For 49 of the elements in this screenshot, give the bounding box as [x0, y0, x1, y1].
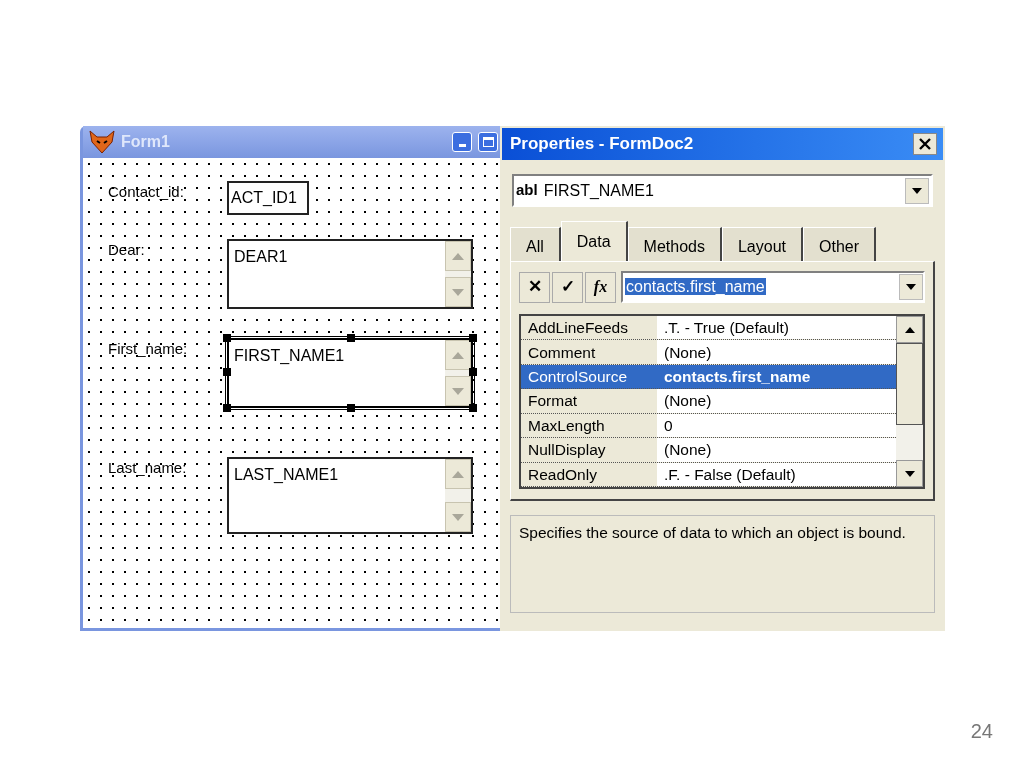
tab[interactable]: Layout: [721, 227, 803, 261]
object-combo[interactable]: abl FIRST_NAME1: [512, 174, 933, 207]
value-text: contacts.first_name: [625, 278, 766, 295]
tab[interactable]: All: [510, 227, 561, 261]
edit-box[interactable]: LAST_NAME1: [227, 457, 473, 534]
edit-box-text: LAST_NAME1: [234, 466, 339, 483]
property-name: ReadOnly: [527, 464, 598, 485]
property-row[interactable]: AddLineFeeds .T. - True (Default): [521, 316, 896, 341]
property-row[interactable]: Format (None): [521, 389, 896, 414]
accept-button[interactable]: ✓: [552, 271, 583, 303]
page-number: 24: [970, 719, 993, 744]
tab[interactable]: Data: [560, 221, 628, 261]
property-row[interactable]: ControlSource contacts.first_name: [521, 364, 896, 390]
object-type-label: abl: [516, 180, 538, 201]
property-row[interactable]: MaxLength 0: [521, 413, 896, 439]
property-name: Comment: [527, 342, 597, 363]
field-label: Last_name:: [108, 458, 188, 478]
property-row[interactable]: ReadOnly .F. - False (Default): [521, 462, 896, 487]
window-title: Form1: [121, 132, 171, 152]
value-field[interactable]: contacts.first_name: [621, 271, 925, 303]
field-label: Contact_id:: [108, 182, 185, 202]
property-name: MaxLength: [527, 415, 606, 436]
edit-box[interactable]: DEAR1: [227, 239, 473, 309]
property-value: (None): [657, 389, 896, 413]
property-value: (None): [657, 340, 896, 364]
property-value: (None): [657, 438, 896, 462]
edit-box-text: DEAR1: [234, 248, 288, 265]
edit-box[interactable]: FIRST_NAME1: [227, 338, 473, 408]
property-row[interactable]: Comment (None): [521, 340, 896, 365]
text-box[interactable]: ACT_ID1: [227, 181, 309, 215]
field-label: Dear:: [108, 240, 146, 260]
property-value: .F. - False (Default): [657, 462, 896, 486]
description-text: Specifies the source of data to which an object is bound.: [519, 524, 906, 541]
property-value: contacts.first_name: [663, 366, 812, 387]
property-value: .T. - True (Default): [657, 316, 896, 340]
function-button[interactable]: fx: [585, 271, 616, 303]
field-label: First_name:: [108, 339, 189, 359]
property-row[interactable]: NullDisplay (None): [521, 438, 896, 463]
property-name: ControlSource: [527, 366, 629, 387]
tab[interactable]: Other: [803, 227, 876, 261]
property-name: Format: [527, 391, 579, 412]
edit-box-text: FIRST_NAME1: [234, 347, 345, 364]
property-value: 0: [657, 413, 896, 438]
window-title: Properties - FormDoc2: [510, 133, 695, 156]
object-name: FIRST_NAME1: [543, 180, 655, 201]
tab[interactable]: Methods: [627, 227, 722, 261]
property-name: NullDisplay: [527, 440, 607, 461]
property-name: AddLineFeeds: [527, 318, 629, 339]
cancel-button[interactable]: ✕: [519, 271, 550, 303]
